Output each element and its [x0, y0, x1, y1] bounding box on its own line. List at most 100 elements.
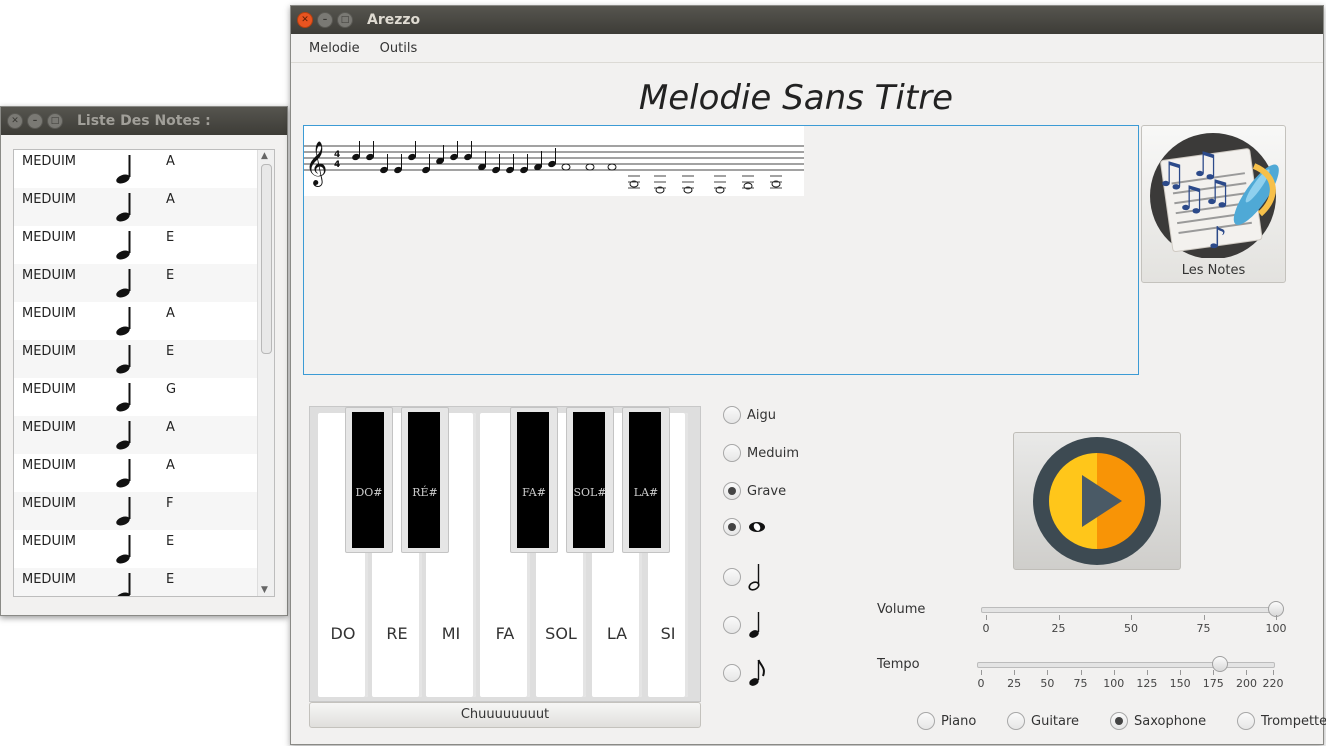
main-window-titlebar[interactable]: ✕ – □ Arezzo	[291, 6, 1323, 34]
radio-indicator[interactable]	[1110, 712, 1128, 730]
key-label: DO#	[355, 486, 383, 499]
key-label: SOL#	[573, 486, 607, 499]
piano-key-fa-sharp[interactable]: FA#	[510, 407, 558, 553]
radio-indicator[interactable]	[723, 664, 741, 682]
whole-note-icon	[749, 522, 765, 532]
score-panel[interactable]: 𝄞 4 4	[303, 125, 1139, 375]
note-list-row[interactable]: MEDUIM A	[14, 302, 274, 340]
eighth-note-icon	[749, 659, 765, 686]
piano-key-sol-sharp[interactable]: SOL#	[566, 407, 614, 553]
vertical-scrollbar[interactable]: ▲ ▼	[257, 150, 274, 596]
piano-key-la-sharp[interactable]: LA#	[622, 407, 670, 553]
tick-label: 75	[1196, 622, 1211, 635]
notes-list-window: ✕ – □ Liste Des Notes : MEDUIM A MEDUIM A ME…	[0, 106, 288, 616]
radio-meduim[interactable]: Meduim	[723, 444, 799, 462]
tick-mark	[1203, 615, 1205, 620]
silence-button[interactable]: Chuuuuuuuut	[309, 702, 701, 728]
key-label: SOL	[545, 624, 577, 643]
note-list-row[interactable]: MEDUIM E	[14, 340, 274, 378]
radio-indicator[interactable]	[723, 568, 741, 586]
radio-indicator[interactable]	[723, 482, 741, 500]
minimize-icon[interactable]: –	[27, 113, 43, 129]
piano-key-do-sharp[interactable]: DO#	[345, 407, 393, 553]
quarter-note-icon	[116, 421, 131, 450]
notes-window-titlebar[interactable]: ✕ – □ Liste Des Notes :	[1, 107, 287, 135]
volume-slider-track[interactable]	[981, 607, 1279, 613]
arezzo-main-window: ✕ – □ Arezzo Melodie Outils Melodie Sans…	[290, 5, 1326, 745]
tick-mark	[1047, 670, 1049, 675]
close-icon[interactable]: ✕	[297, 12, 313, 28]
volume-label: Volume	[877, 602, 926, 617]
radio-indicator[interactable]	[723, 406, 741, 424]
radio-indicator[interactable]	[917, 712, 935, 730]
note-level: MEDUIM	[22, 344, 77, 359]
note-name: G	[166, 382, 177, 397]
piano-key-re-sharp[interactable]: RÉ#	[401, 407, 449, 553]
radio-whole-note[interactable]	[723, 518, 769, 536]
note-list-row[interactable]: MEDUIM E	[14, 226, 274, 264]
note-list-row[interactable]: MEDUIM F	[14, 492, 274, 530]
note-rows-container: MEDUIM A MEDUIM A MEDUIM E MEDUIM E MEDUIM A MEDUI…	[14, 150, 274, 596]
notes-list[interactable]: MEDUIM A MEDUIM A MEDUIM E MEDUIM E MEDUIM A MEDUI…	[13, 149, 275, 597]
radio-aigu[interactable]: Aigu	[723, 406, 776, 424]
note-name: F	[166, 496, 174, 511]
quarter-note-icon	[749, 612, 760, 638]
scroll-up-icon[interactable]: ▲	[261, 151, 268, 161]
quarter-note-icon	[116, 573, 131, 596]
music-sheet-icon: ♫ ♫ ♫ ♫ ♪	[1150, 133, 1279, 258]
menu-melodie[interactable]: Melodie	[291, 41, 370, 56]
note-list-row[interactable]: MEDUIM A	[14, 416, 274, 454]
menu-outils[interactable]: Outils	[370, 41, 428, 56]
maximize-icon[interactable]: □	[47, 113, 63, 129]
note-name: A	[166, 420, 175, 435]
note-name: A	[166, 306, 175, 321]
tempo-slider-thumb[interactable]	[1211, 656, 1228, 672]
radio-guitare[interactable]: Guitare	[1007, 712, 1079, 730]
key-label: SI	[660, 624, 676, 643]
note-list-row[interactable]: MEDUIM E	[14, 530, 274, 568]
tick-label: 0	[982, 622, 990, 635]
radio-indicator[interactable]	[1007, 712, 1025, 730]
note-level: MEDUIM	[22, 420, 77, 435]
music-staff: 𝄞 4 4	[304, 126, 804, 196]
radio-grave[interactable]: Grave	[723, 482, 786, 500]
staff-note	[607, 163, 617, 171]
note-list-row[interactable]: MEDUIM A	[14, 454, 274, 492]
quarter-note-icon	[116, 383, 131, 412]
radio-indicator[interactable]	[723, 616, 741, 634]
tick-label: 50	[1040, 677, 1055, 690]
radio-half-note[interactable]	[723, 562, 767, 592]
maximize-icon[interactable]: □	[337, 12, 353, 28]
note-level: MEDUIM	[22, 268, 77, 283]
quarter-note-icon	[116, 231, 131, 260]
note-list-row[interactable]: MEDUIM E	[14, 568, 274, 596]
note-list-row[interactable]: MEDUIM A	[14, 188, 274, 226]
note-list-row[interactable]: MEDUIM E	[14, 264, 274, 302]
radio-indicator[interactable]	[1237, 712, 1255, 730]
les-notes-button[interactable]: ♫ ♫ ♫ ♫ ♪ Les Notes	[1141, 125, 1286, 283]
tick-mark	[986, 615, 987, 620]
radio-indicator[interactable]	[723, 518, 741, 536]
tick-mark	[1246, 670, 1248, 675]
svg-text:4: 4	[334, 160, 340, 170]
radio-eighth-note[interactable]	[723, 658, 767, 688]
radio-saxophone[interactable]: Saxophone	[1110, 712, 1206, 730]
scroll-down-icon[interactable]: ▼	[261, 585, 268, 595]
quarter-note-icon	[116, 535, 131, 564]
radio-piano[interactable]: Piano	[917, 712, 976, 730]
close-icon[interactable]: ✕	[7, 113, 23, 129]
melody-title: Melodie Sans Titre	[638, 78, 954, 118]
tempo-slider-track[interactable]	[977, 662, 1275, 668]
minimize-icon[interactable]: –	[317, 12, 333, 28]
key-label: LA	[606, 624, 628, 643]
radio-trompette[interactable]: Trompette	[1237, 712, 1326, 730]
treble-clef-icon: 𝄞	[305, 141, 327, 187]
radio-indicator[interactable]	[723, 444, 741, 462]
radio-label: Aigu	[747, 407, 776, 423]
note-list-row[interactable]: MEDUIM A	[14, 150, 274, 188]
scroll-thumb[interactable]	[261, 164, 272, 354]
key-label: FA	[495, 624, 515, 643]
play-button[interactable]	[1013, 432, 1181, 570]
note-list-row[interactable]: MEDUIM G	[14, 378, 274, 416]
radio-quarter-note[interactable]	[723, 610, 767, 640]
